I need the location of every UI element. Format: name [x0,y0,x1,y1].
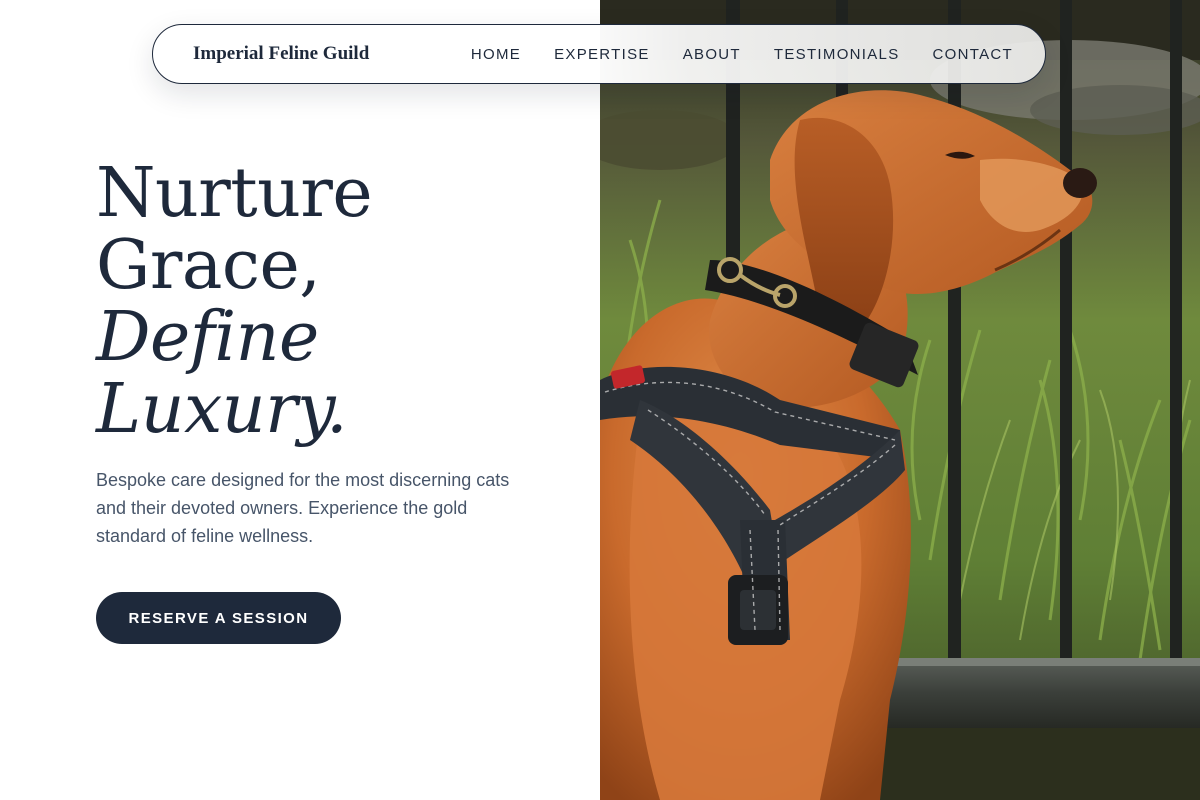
main-navbar: Imperial Feline Guild HOME EXPERTISE ABO… [152,24,1046,84]
nav-link-home[interactable]: HOME [471,46,521,63]
nav-link-expertise[interactable]: EXPERTISE [554,46,650,63]
hero-headline: Nurture Grace, Define Luxury. [96,158,576,446]
hero-description: Bespoke care designed for the most disce… [96,470,510,546]
nav-link-about[interactable]: ABOUT [683,46,741,63]
headline-line-1: Nurture [96,154,373,233]
reserve-session-button[interactable]: RESERVE A SESSION [96,592,341,644]
headline-line-2: Grace, [96,226,321,305]
landing-page: Imperial Feline Guild HOME EXPERTISE ABO… [0,0,1200,800]
nav-link-testimonials[interactable]: TESTIMONIALS [774,46,900,63]
nav-links: HOME EXPERTISE ABOUT TESTIMONIALS CONTAC… [471,46,1013,63]
dog-photo-illustration [600,0,1200,800]
hero-section: Nurture Grace, Define Luxury. Bespoke ca… [96,158,576,644]
hero-photo [600,0,1200,800]
headline-line-3: Define [96,298,319,377]
brand-logo-text[interactable]: Imperial Feline Guild [193,43,369,65]
nav-link-contact[interactable]: CONTACT [933,46,1013,63]
headline-line-4: Luxury. [96,370,348,449]
